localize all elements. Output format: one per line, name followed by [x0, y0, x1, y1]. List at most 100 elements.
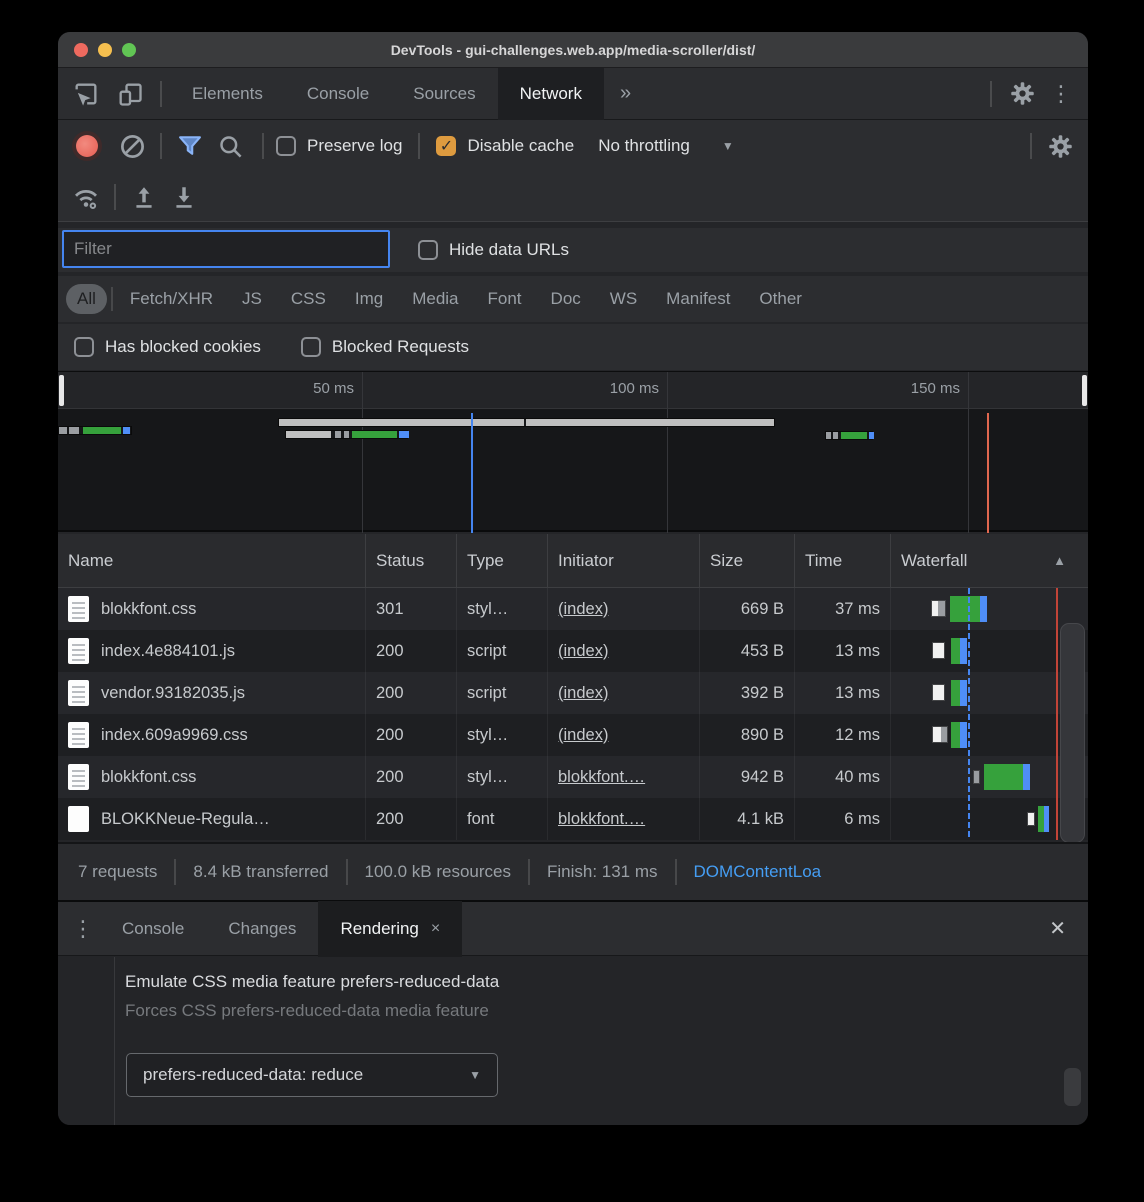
initiator-link[interactable]: blokkfont.…	[558, 768, 645, 787]
overview-handle-left[interactable]	[59, 375, 64, 406]
devtools-window: DevTools - gui-challenges.web.app/media-…	[58, 32, 1088, 1125]
hide-data-urls-checkbox[interactable]	[418, 240, 438, 260]
close-window-button[interactable]	[74, 43, 88, 57]
emulate-media-feature-title: Emulate CSS media feature prefers-reduce…	[125, 972, 499, 992]
divider	[990, 81, 992, 107]
overview-bar	[825, 431, 873, 440]
font-file-icon	[68, 806, 89, 832]
inspect-element-icon[interactable]	[64, 74, 108, 114]
column-header-waterfall[interactable]: Waterfall ▲	[891, 534, 1088, 587]
column-header-type[interactable]: Type	[457, 534, 548, 587]
overview-handle-right[interactable]	[1082, 375, 1087, 406]
initiator-link[interactable]: (index)	[558, 726, 608, 745]
close-drawer-icon[interactable]: ✕	[1027, 916, 1088, 941]
throttling-dropdown-arrow-icon[interactable]: ▼	[722, 139, 734, 153]
settings-gear-icon[interactable]	[1000, 74, 1044, 114]
pill-manifest[interactable]: Manifest	[655, 284, 741, 314]
pill-all[interactable]: All	[66, 284, 107, 314]
blocked-requests-toggle[interactable]: Blocked Requests	[301, 337, 469, 357]
timeline-overview[interactable]: 50 ms 100 ms 150 ms	[58, 371, 1088, 532]
filter-funnel-icon[interactable]	[170, 126, 210, 166]
pill-media[interactable]: Media	[401, 284, 469, 314]
throttling-select[interactable]: No throttling	[598, 136, 690, 156]
tab-elements[interactable]: Elements	[170, 68, 285, 120]
disable-cache-checkbox[interactable]: ✓	[436, 136, 456, 156]
divider	[111, 287, 113, 311]
divider	[346, 859, 348, 885]
request-name: vendor.93182035.js	[101, 684, 245, 703]
device-toolbar-icon[interactable]	[108, 74, 152, 114]
disable-cache-label: Disable cache	[467, 136, 574, 156]
column-header-initiator[interactable]: Initiator	[548, 534, 700, 587]
request-size: 392 B	[700, 672, 795, 714]
network-conditions-icon[interactable]	[66, 177, 106, 217]
request-size: 669 B	[700, 588, 795, 630]
resources-size: 100.0 kB resources	[365, 862, 511, 882]
zoom-window-button[interactable]	[122, 43, 136, 57]
drawer-tab-rendering[interactable]: Rendering ×	[318, 901, 462, 957]
pill-other[interactable]: Other	[748, 284, 813, 314]
table-row[interactable]: index.609a9969.css 200 styl… (index) 890…	[58, 714, 1088, 756]
tab-sources[interactable]: Sources	[391, 68, 497, 120]
table-row[interactable]: vendor.93182035.js 200 script (index) 39…	[58, 672, 1088, 714]
waterfall-cell	[891, 756, 1088, 798]
pill-css[interactable]: CSS	[280, 284, 337, 314]
network-conditions-toolbar	[58, 172, 1088, 222]
drawer-scrollbar-thumb[interactable]	[1064, 1068, 1081, 1106]
prefers-reduced-data-select[interactable]: prefers-reduced-data: reduce ▼	[126, 1053, 498, 1097]
minimize-window-button[interactable]	[98, 43, 112, 57]
blocked-requests-checkbox[interactable]	[301, 337, 321, 357]
table-row[interactable]: blokkfont.css 301 styl… (index) 669 B 37…	[58, 588, 1088, 630]
initiator-link[interactable]: (index)	[558, 642, 608, 661]
drawer-tab-changes[interactable]: Changes	[206, 901, 318, 957]
pill-img[interactable]: Img	[344, 284, 394, 314]
column-header-size[interactable]: Size	[700, 534, 795, 587]
has-blocked-cookies-toggle[interactable]: Has blocked cookies	[74, 337, 261, 357]
disable-cache-toggle[interactable]: ✓ Disable cache	[436, 136, 574, 156]
request-type: script	[457, 672, 548, 714]
has-blocked-cookies-label: Has blocked cookies	[105, 337, 261, 357]
drawer-menu-kebab-icon[interactable]: ⋮	[66, 916, 100, 942]
search-icon[interactable]	[210, 126, 250, 166]
clear-icon[interactable]	[112, 126, 152, 166]
table-row[interactable]: blokkfont.css 200 styl… blokkfont.… 942 …	[58, 756, 1088, 798]
column-header-status[interactable]: Status	[366, 534, 457, 587]
request-time: 13 ms	[795, 672, 891, 714]
import-har-icon[interactable]	[124, 177, 164, 217]
table-row[interactable]: index.4e884101.js 200 script (index) 453…	[58, 630, 1088, 672]
record-button[interactable]	[76, 135, 98, 157]
close-rendering-tab-icon[interactable]: ×	[431, 920, 440, 938]
table-row[interactable]: BLOKKNeue-Regula… 200 font blokkfont.… 4…	[58, 798, 1088, 840]
drawer-tab-console[interactable]: Console	[100, 901, 206, 957]
pill-js[interactable]: JS	[231, 284, 273, 314]
pill-ws[interactable]: WS	[599, 284, 648, 314]
initiator-link[interactable]: (index)	[558, 684, 608, 703]
preserve-log-toggle[interactable]: Preserve log	[276, 136, 402, 156]
request-type: styl…	[457, 756, 548, 798]
main-menu-kebab-icon[interactable]: ⋮	[1044, 81, 1078, 107]
overview-bar	[285, 430, 408, 439]
has-blocked-cookies-checkbox[interactable]	[74, 337, 94, 357]
pill-font[interactable]: Font	[477, 284, 533, 314]
more-tabs-icon[interactable]: »	[604, 82, 647, 105]
column-header-time[interactable]: Time	[795, 534, 891, 587]
divider	[418, 133, 420, 159]
initiator-link[interactable]: blokkfont.…	[558, 810, 645, 829]
preserve-log-label: Preserve log	[307, 136, 402, 156]
emulate-media-feature-subtitle: Forces CSS prefers-reduced-data media fe…	[125, 1001, 489, 1021]
divider	[1030, 133, 1032, 159]
pill-doc[interactable]: Doc	[540, 284, 592, 314]
tab-console[interactable]: Console	[285, 68, 391, 120]
initiator-link[interactable]: (index)	[558, 600, 608, 619]
sort-ascending-icon[interactable]: ▲	[1053, 553, 1066, 568]
preserve-log-checkbox[interactable]	[276, 136, 296, 156]
tab-network[interactable]: Network	[498, 68, 604, 120]
export-har-icon[interactable]	[164, 177, 204, 217]
table-scrollbar-thumb[interactable]	[1060, 623, 1085, 843]
pill-fetch-xhr[interactable]: Fetch/XHR	[119, 284, 224, 314]
column-header-name[interactable]: Name	[58, 534, 366, 587]
network-settings-gear-icon[interactable]	[1040, 126, 1080, 166]
blocked-requests-label: Blocked Requests	[332, 337, 469, 357]
hide-data-urls-toggle[interactable]: Hide data URLs	[418, 240, 569, 260]
filter-input[interactable]	[62, 230, 390, 268]
